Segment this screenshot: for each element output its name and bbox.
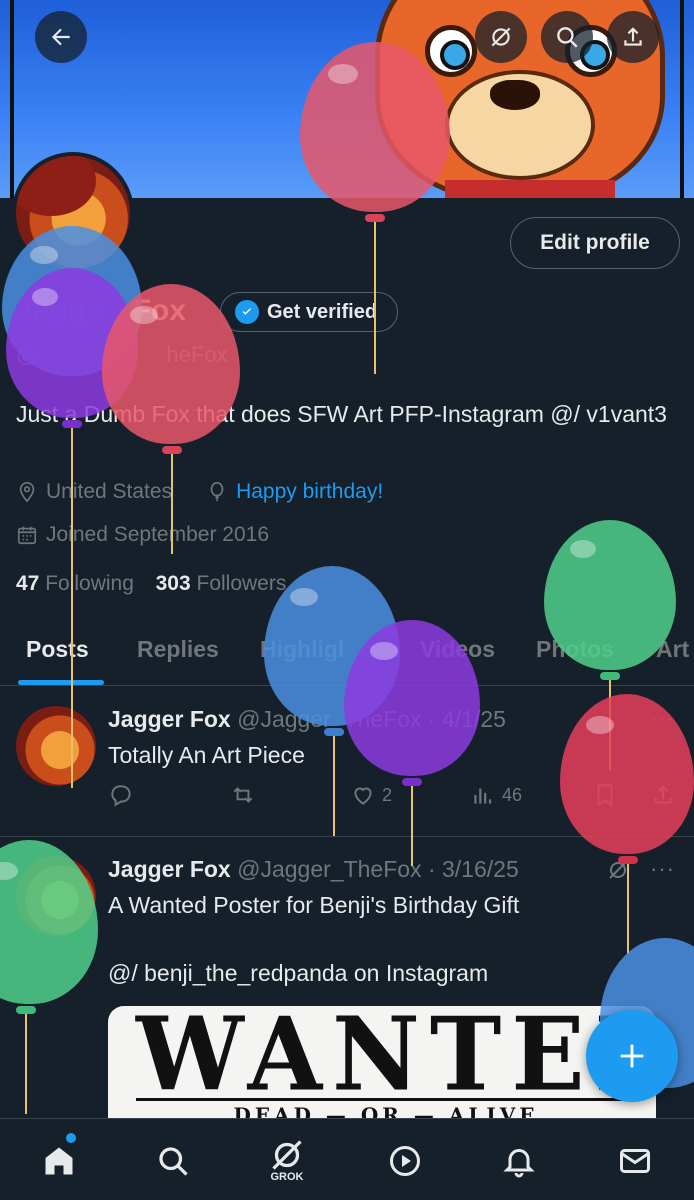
share-icon — [654, 785, 672, 804]
play-icon — [390, 1146, 420, 1176]
bookmark-icon — [597, 784, 613, 807]
active-tab-indicator — [18, 680, 104, 685]
views-button[interactable]: 46 — [470, 782, 522, 808]
profile-tabs: Posts Replies Highligl Videos Photos Art — [0, 618, 694, 686]
post-share-button[interactable] — [650, 782, 676, 808]
repost-button[interactable] — [230, 782, 256, 808]
grok-slash-icon — [491, 27, 511, 47]
profile-meta-location-row: United States Happy birthday! — [16, 480, 383, 504]
balloon-icon — [210, 482, 224, 502]
calendar-icon — [17, 526, 37, 545]
view-count: 46 — [502, 784, 523, 805]
nav-home[interactable] — [36, 1138, 82, 1184]
grok-button[interactable] — [475, 11, 527, 63]
follow-stats: 47 Following 303 Followers — [16, 572, 286, 596]
profile-meta-joined-row: Joined September 2016 — [16, 523, 269, 547]
tab-posts[interactable]: Posts — [26, 636, 89, 663]
post-author-name[interactable]: Jagger Fox — [108, 856, 231, 882]
bottom-navigation — [0, 1118, 694, 1200]
handle-part2: heFox — [166, 342, 228, 367]
location-pin-icon — [19, 482, 35, 503]
grok-post-icon[interactable] — [606, 858, 630, 887]
home-notification-dot — [66, 1133, 76, 1143]
post-image-wanted-poster[interactable]: WANTED DEAD — OR — ALIVE — [108, 1006, 656, 1126]
post-author-name[interactable]: Jagger Fox — [108, 706, 231, 732]
birthday-link[interactable]: Happy birthday! — [236, 480, 383, 504]
post-author-handle[interactable]: @Jagger_TheFox — [237, 856, 421, 882]
post-divider — [0, 836, 694, 837]
search-icon — [159, 1147, 188, 1176]
nav-search[interactable] — [150, 1138, 196, 1184]
profile-avatar[interactable] — [12, 152, 134, 274]
verified-badge-icon — [235, 300, 259, 324]
profile-name-part2: Fox — [132, 294, 187, 327]
tab-photos[interactable]: Photos — [536, 636, 614, 663]
profile-location: United States — [46, 480, 173, 503]
bell-icon — [503, 1149, 535, 1178]
get-verified-button[interactable]: Get verified — [220, 292, 399, 332]
tab-replies[interactable]: Replies — [137, 636, 219, 663]
profile-name-part1: Jagge — [16, 294, 103, 327]
search-icon — [557, 27, 578, 48]
post-text: Totally An Art Piece — [108, 742, 305, 768]
following-link[interactable]: 47 Following — [16, 572, 134, 595]
home-icon — [45, 1147, 73, 1175]
share-icon — [624, 27, 642, 46]
reply-icon — [111, 785, 131, 807]
reply-button[interactable] — [108, 782, 134, 808]
post-header: Jagger Fox @Jagger_TheFox · 4/1/25 — [108, 706, 506, 733]
post-avatar[interactable] — [16, 706, 96, 786]
post-avatar[interactable] — [16, 856, 96, 936]
post-date[interactable]: · 3/16/25 — [428, 856, 519, 882]
nav-grok[interactable]: GROK — [264, 1130, 310, 1190]
profile-name: Jagge Fox — [16, 294, 186, 328]
like-count: 2 — [382, 784, 393, 805]
nav-notifications[interactable] — [496, 1138, 542, 1184]
edit-profile-button[interactable]: Edit profile — [510, 217, 680, 269]
bookmark-button[interactable] — [592, 782, 618, 808]
post-actions: 2 46 — [108, 782, 678, 818]
search-button[interactable] — [541, 11, 593, 63]
repost-icon — [233, 787, 253, 803]
tab-videos[interactable]: Videos — [420, 636, 495, 663]
followers-link[interactable]: 303 Followers — [156, 572, 287, 595]
handle-part1: @ — [16, 342, 39, 367]
post-more-button[interactable]: ··· — [650, 856, 675, 882]
analytics-icon — [474, 788, 492, 804]
nav-video[interactable] — [382, 1138, 428, 1184]
profile-joined: Joined September 2016 — [46, 523, 269, 546]
like-button[interactable]: 2 — [350, 782, 392, 808]
share-button[interactable] — [607, 11, 659, 63]
post-text: A Wanted Poster for Benji's Birthday Gif… — [108, 892, 520, 986]
plus-icon — [620, 1044, 644, 1068]
post-header: Jagger Fox @Jagger_TheFox · 3/16/25 — [108, 856, 519, 883]
get-verified-label: Get verified — [267, 300, 378, 323]
grok-icon — [272, 1140, 302, 1170]
arrow-left-icon — [51, 28, 70, 46]
post-date[interactable]: · 4/1/25 — [428, 706, 506, 732]
nav-messages[interactable] — [612, 1138, 658, 1184]
post-author-handle[interactable]: @Jagger_TheFox — [237, 706, 421, 732]
mail-icon — [620, 1149, 650, 1173]
profile-handle: @ heFox — [16, 342, 228, 368]
heart-icon — [354, 787, 372, 805]
tab-highlights[interactable]: Highligl — [260, 636, 344, 663]
grok-label: GROK — [270, 1171, 304, 1183]
profile-bio: Just a Dumb Fox that does SFW Art PFP-In… — [16, 401, 667, 427]
tab-articles[interactable]: Art — [656, 636, 689, 663]
compose-post-button[interactable] — [586, 1010, 678, 1102]
post-more-button[interactable]: ··· — [650, 706, 675, 732]
back-button[interactable] — [35, 11, 87, 63]
